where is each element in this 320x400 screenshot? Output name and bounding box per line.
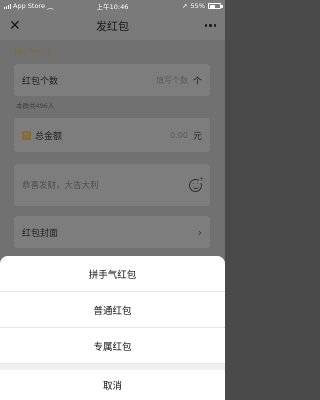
close-icon[interactable]: ✕ xyxy=(9,19,23,33)
plus-icon: + xyxy=(198,175,204,183)
cover-label: 红包封面 xyxy=(22,228,59,239)
packet-type-label: 拼手气红包 xyxy=(14,48,52,57)
cover-row[interactable]: 红包封面 › xyxy=(14,216,210,248)
count-row[interactable]: 红包个数 填写个数 个 xyxy=(14,64,210,96)
amount-label: 总金额 xyxy=(35,131,63,142)
back-to-app-icon xyxy=(4,3,11,9)
group-size-hint: 本群共496人 xyxy=(16,102,55,110)
page-title: 发红包 xyxy=(96,20,129,33)
sheet-option-exclusive[interactable]: 专属红包 xyxy=(0,328,225,364)
amount-row[interactable]: 总金额 0.00 元 xyxy=(14,118,210,152)
more-icon[interactable] xyxy=(204,24,216,27)
emoji-icon[interactable]: + xyxy=(189,175,204,192)
packet-type-picker[interactable]: 拼手气红包 ⌄ xyxy=(14,47,61,58)
sheet-option-normal[interactable]: 普通红包 xyxy=(0,292,225,328)
amount-input[interactable]: 0.00 xyxy=(170,131,188,140)
status-bar: App Store ︵ 上午10:46 ➚ 55% xyxy=(0,0,225,12)
chevron-down-icon: ⌄ xyxy=(54,48,61,57)
location-icon: ➚ xyxy=(182,2,188,10)
amount-unit: 元 xyxy=(192,131,202,142)
battery-fill xyxy=(209,4,215,8)
sheet-option-lucky[interactable]: 拼手气红包 xyxy=(0,256,225,292)
count-unit: 个 xyxy=(192,76,202,87)
chevron-right-icon: › xyxy=(197,225,202,239)
greeting-row[interactable]: 恭喜发财，大吉大利 + xyxy=(14,164,210,206)
status-right: ➚ 55% xyxy=(182,2,223,10)
nav-bar: ✕ 发红包 xyxy=(0,12,225,40)
count-input[interactable]: 填写个数 xyxy=(156,75,188,86)
count-label: 红包个数 xyxy=(22,76,59,87)
lucky-packet-icon xyxy=(22,130,31,140)
carrier-label[interactable]: App Store xyxy=(13,2,45,10)
battery-percent: 55% xyxy=(190,2,205,10)
wifi-icon: ︵ xyxy=(46,3,54,11)
status-left: App Store ︵ xyxy=(4,1,53,11)
greeting-input[interactable]: 恭喜发财，大吉大利 xyxy=(22,179,99,191)
battery-icon xyxy=(208,3,223,9)
packet-type-sheet: 拼手气红包 普通红包 专属红包 取消 xyxy=(0,256,225,400)
cancel-button[interactable]: 取消 xyxy=(0,370,225,400)
